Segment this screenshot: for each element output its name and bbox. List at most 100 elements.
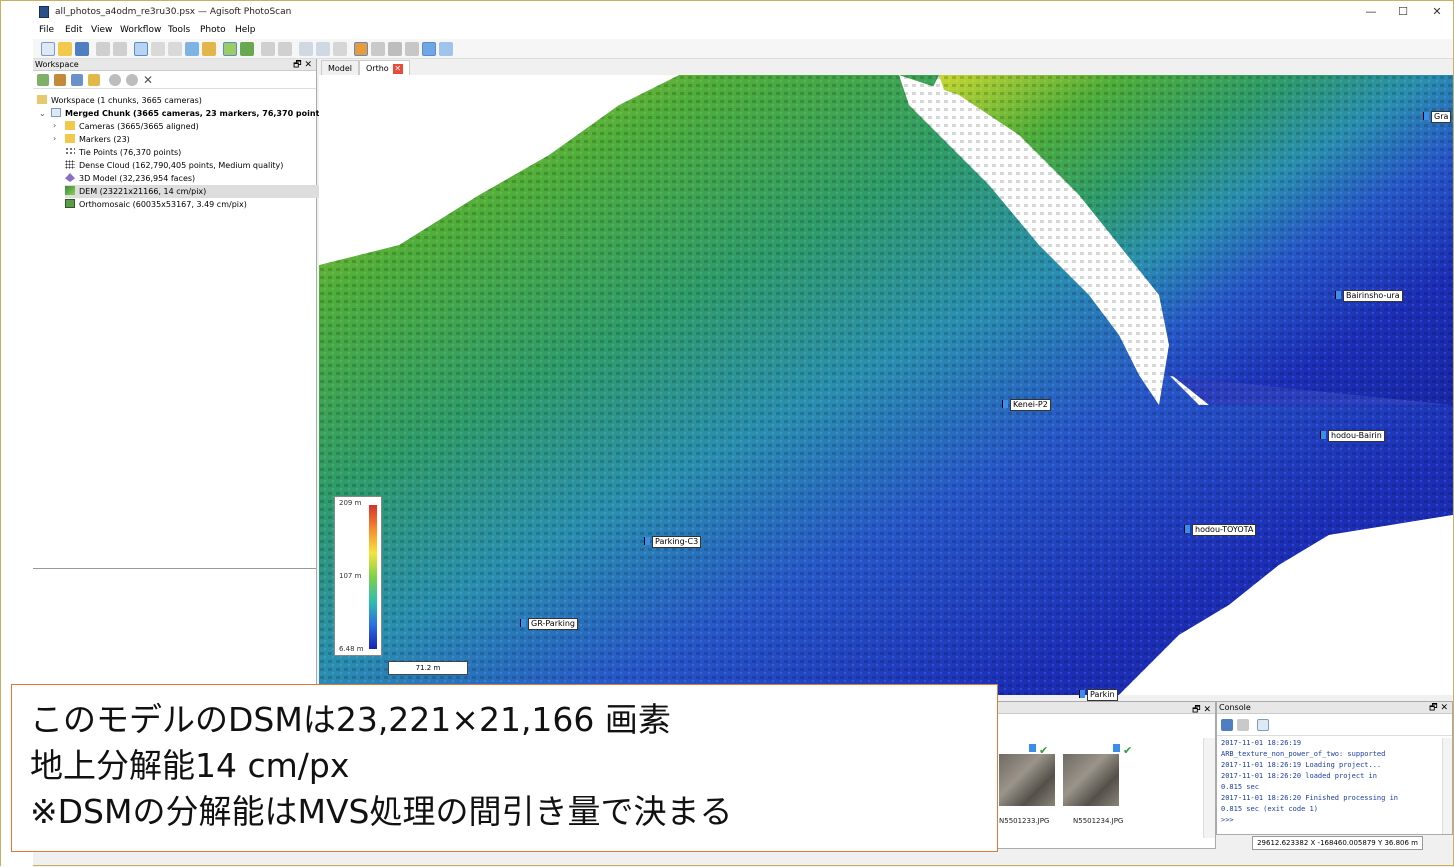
marker-label: Parkin <box>1087 689 1118 701</box>
add-photos-icon[interactable] <box>54 74 66 86</box>
marker-flag-icon <box>1320 431 1326 439</box>
scale-bar: 71.2 m <box>388 661 468 675</box>
menu-tools[interactable]: Tools <box>168 25 190 35</box>
tree-item-dem[interactable]: DEM (23221x21166, 14 cm/pix) <box>65 185 337 198</box>
tab-model[interactable]: Model <box>321 60 360 75</box>
ortho-view-icon[interactable] <box>240 42 254 56</box>
callout-line-2: 地上分解能14 cm/px <box>30 746 350 785</box>
marker-flag-icon <box>1335 291 1341 299</box>
ortho-view[interactable] <box>319 75 1453 695</box>
close-button[interactable]: ✕ <box>1429 4 1445 20</box>
enable-icon[interactable] <box>109 74 121 86</box>
menu-view[interactable]: View <box>91 25 112 35</box>
marker-flag-icon <box>644 537 650 545</box>
expand-chunk-icon[interactable]: ⌄ <box>39 109 46 118</box>
clear-log-icon[interactable] <box>1237 719 1249 731</box>
marker-hodou-bairin[interactable]: hodou-Bairin <box>1320 430 1385 442</box>
zoom-in-icon[interactable] <box>299 42 313 56</box>
rotate-icon[interactable] <box>261 42 275 56</box>
tree-item-orthomosaic[interactable]: Orthomosaic (60035x53167, 3.49 cm/pix) <box>65 198 247 211</box>
tree-item-markers[interactable]: Markers (23) <box>65 133 130 146</box>
console-pane: Console 🗗 ✕ 2017-11-01 18:26:19 ARB_textu… <box>1216 701 1453 835</box>
dem-view-icon[interactable] <box>223 42 237 56</box>
open-folder-icon[interactable] <box>58 42 72 56</box>
elevation-legend: 209 m 107 m 6.48 m <box>334 496 382 656</box>
window-title: all_photos_a4odm_re3ru30.psx — Agisoft P… <box>55 7 292 17</box>
console-pane-buttons[interactable]: 🗗 ✕ <box>1429 702 1448 714</box>
tree-item-tie-points[interactable]: Tie Points (76,370 points) <box>65 146 181 159</box>
menu-edit[interactable]: Edit <box>65 25 82 35</box>
expand-cameras-icon[interactable]: › <box>53 121 56 130</box>
marker-flag-icon <box>1113 744 1120 752</box>
marker-flag-icon <box>1184 525 1190 533</box>
add-marker-icon[interactable] <box>88 74 100 86</box>
show-ortho-icon[interactable] <box>354 42 368 56</box>
tree-root[interactable]: Workspace (1 chunks, 3665 cameras) <box>37 94 202 107</box>
photos-header: 🗗 ✕ <box>997 702 1215 715</box>
reset-view-icon[interactable] <box>278 42 292 56</box>
ruler-icon[interactable] <box>202 42 216 56</box>
marker-gra[interactable]: Gra <box>1423 111 1452 123</box>
menu-photo[interactable]: Photo <box>200 25 226 35</box>
orthomosaic-icon <box>65 199 75 208</box>
console-scrollbar[interactable] <box>1442 738 1452 834</box>
undo-icon[interactable] <box>96 42 110 56</box>
menu-file[interactable]: File <box>39 25 54 35</box>
polygon-icon[interactable] <box>185 42 199 56</box>
tree-item-dense-cloud[interactable]: Dense Cloud (162,790,405 points, Medium … <box>65 159 283 172</box>
console-line: 2017-11-01 18:26:20 loaded project in <box>1221 772 1377 780</box>
navigate-icon[interactable] <box>168 42 182 56</box>
marker-kenei-p2[interactable]: Kenei-P2 <box>1002 399 1051 411</box>
add-folder-icon[interactable] <box>71 74 83 86</box>
tab-ortho[interactable]: Ortho ✕ <box>359 60 410 75</box>
marker-label: hodou-TOYOTA <box>1192 524 1257 536</box>
brightness-icon[interactable] <box>333 42 347 56</box>
marker-parkin[interactable]: Parkin <box>1079 689 1118 701</box>
photo-thumbnail[interactable] <box>999 754 1055 806</box>
tree-item-3d-model[interactable]: 3D Model (32,236,954 faces) <box>65 172 195 185</box>
photo-thumbnail[interactable] <box>1063 754 1119 806</box>
console-line: 0.815 sec (exit code 1) <box>1221 805 1318 813</box>
redo-icon[interactable] <box>113 42 127 56</box>
tree-chunk[interactable]: Merged Chunk (3665 cameras, 23 markers, … <box>51 107 344 120</box>
maximize-button[interactable]: ☐ <box>1395 4 1411 20</box>
workspace-header: Workspace 🗗 ✕ <box>33 59 316 71</box>
tab-close-icon[interactable]: ✕ <box>392 64 403 74</box>
status-bar: 29612.623382 X -168460.005879 Y 36.806 m <box>1216 835 1453 851</box>
console-prompt[interactable]: >>> <box>1221 815 1441 826</box>
workspace-pane-buttons[interactable]: 🗗 ✕ <box>293 59 312 71</box>
disable-icon[interactable] <box>126 74 138 86</box>
marker-bairinsho-ura[interactable]: Bairinsho-ura <box>1335 290 1403 302</box>
photos-scrollbar[interactable] <box>1203 738 1215 838</box>
new-file-icon[interactable] <box>41 42 55 56</box>
show-cameras-icon[interactable] <box>439 42 453 56</box>
photos-pane-buttons[interactable]: 🗗 ✕ <box>1192 702 1211 718</box>
select-pointer-icon[interactable] <box>134 42 148 56</box>
marker-hodou-toyota[interactable]: hodou-TOYOTA <box>1184 524 1257 536</box>
remove-icon[interactable]: ✕ <box>143 74 155 86</box>
tree-root-label: Workspace (1 chunks, 3665 cameras) <box>51 96 202 105</box>
save-icon[interactable] <box>75 42 89 56</box>
marker-parking-c3[interactable]: Parking-C3 <box>644 536 702 548</box>
show-shapes-icon[interactable] <box>388 42 402 56</box>
workspace-tree: Workspace (1 chunks, 3665 cameras) ⌄ Mer… <box>33 89 344 569</box>
save-log-icon[interactable] <box>1221 719 1233 731</box>
show-images-icon[interactable] <box>405 42 419 56</box>
menu-help[interactable]: Help <box>235 25 256 35</box>
expand-markers-icon[interactable]: › <box>53 134 56 143</box>
tree-item-label: 3D Model (32,236,954 faces) <box>79 174 196 183</box>
console-line: 0.815 sec <box>1221 783 1259 791</box>
zoom-out-icon[interactable] <box>316 42 330 56</box>
marker-gr-parking[interactable]: GR-Parking <box>520 618 578 630</box>
minimize-button[interactable]: — <box>1363 4 1379 20</box>
tree-item-label: DEM (23221x21166, 14 cm/pix) <box>79 187 207 196</box>
add-chunk-icon[interactable] <box>37 74 49 86</box>
menu-bar: File Edit View Workflow Tools Photo Help <box>33 23 1453 39</box>
run-script-icon[interactable] <box>1257 719 1269 731</box>
move-icon[interactable] <box>151 42 165 56</box>
marker-flag-icon <box>1079 690 1085 698</box>
show-seamlines-icon[interactable] <box>371 42 385 56</box>
tree-item-cameras[interactable]: Cameras (3665/3665 aligned) <box>65 120 199 133</box>
menu-workflow[interactable]: Workflow <box>120 25 161 35</box>
show-markers-icon[interactable] <box>422 42 436 56</box>
